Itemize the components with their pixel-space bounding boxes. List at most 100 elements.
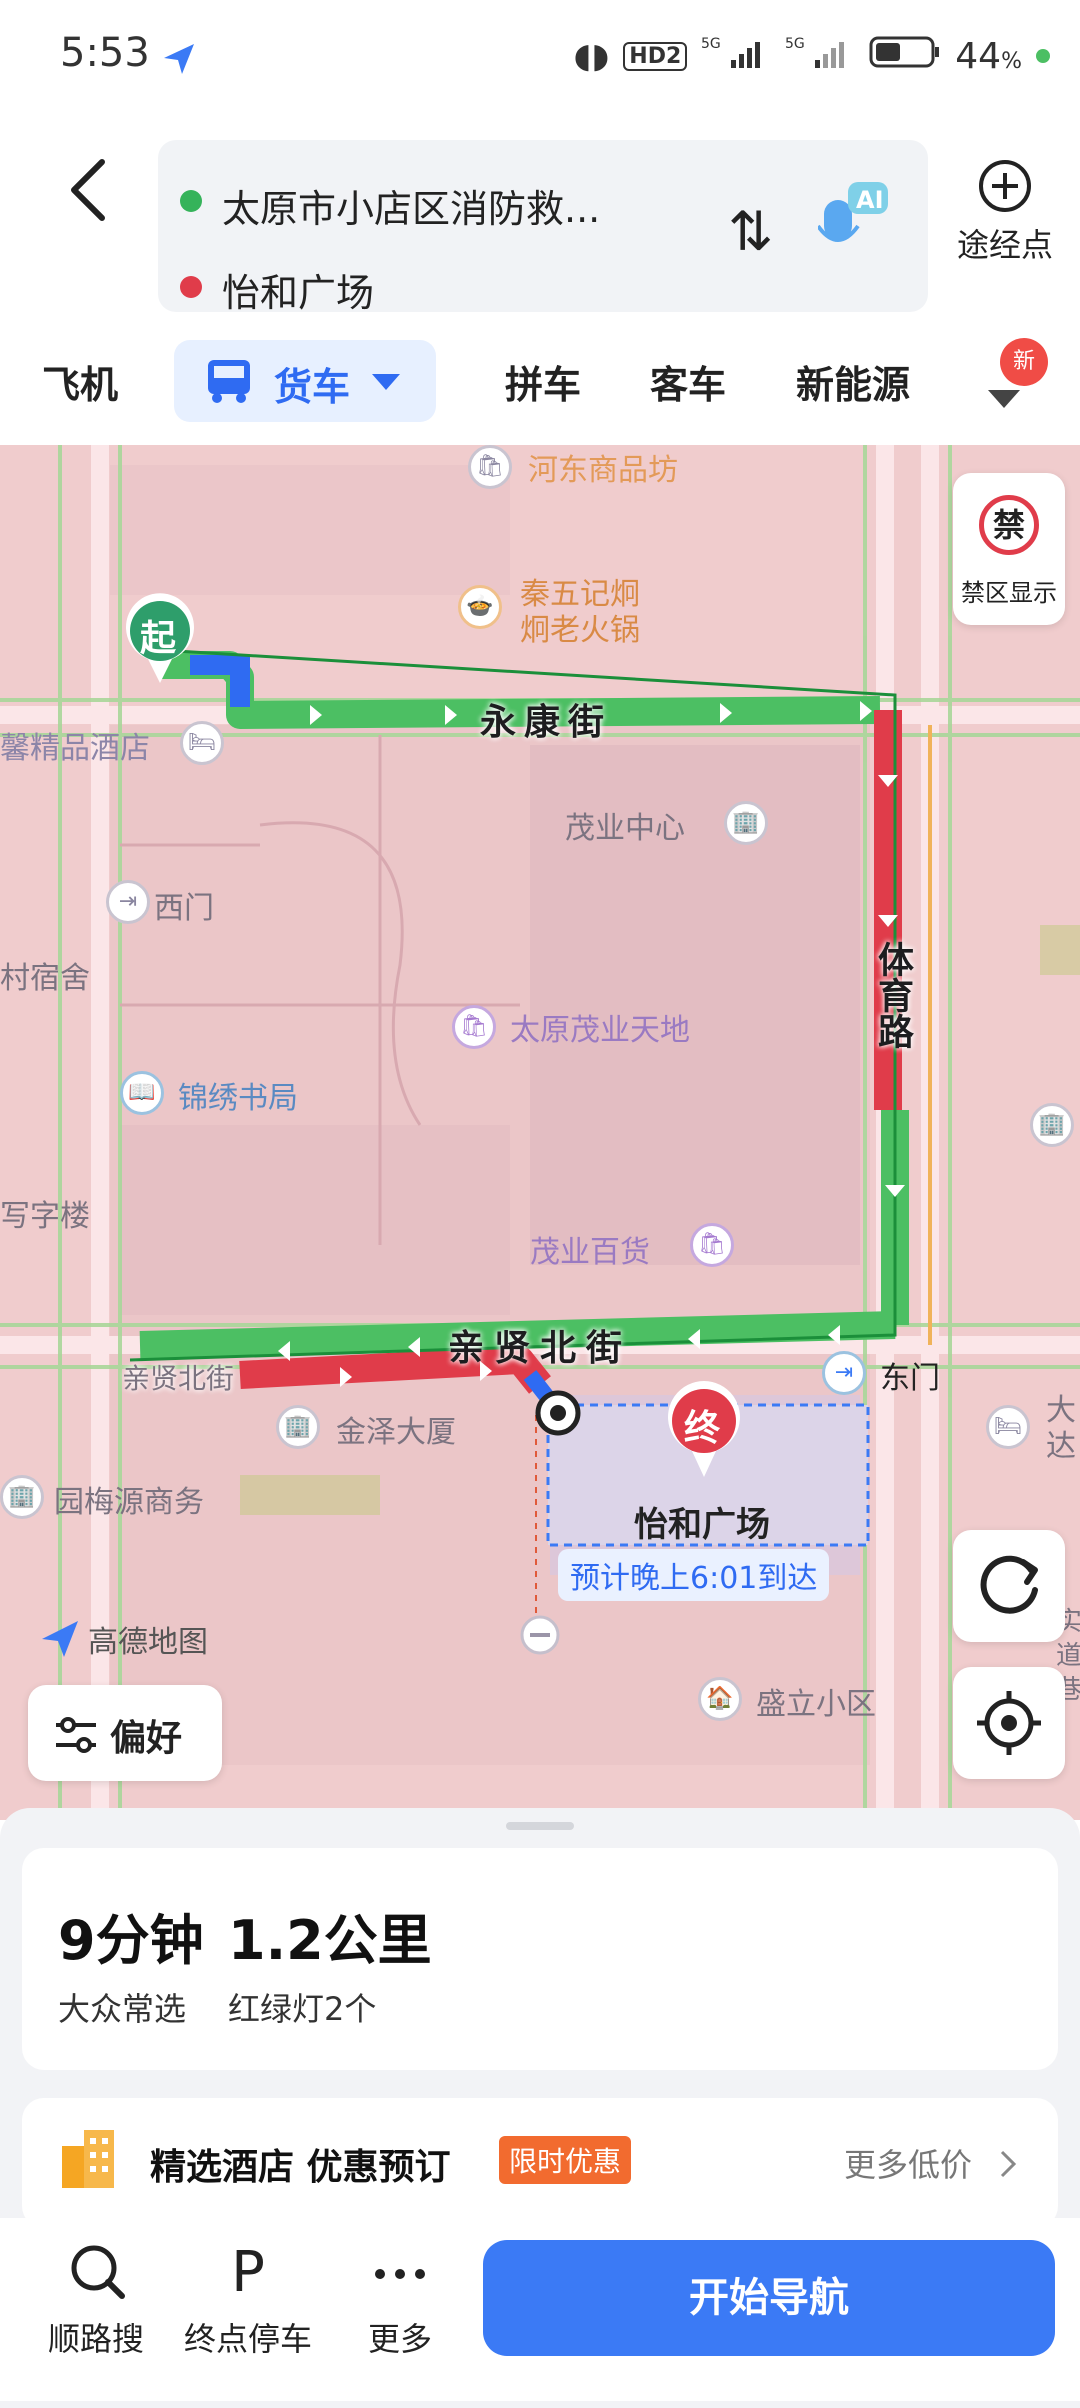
more-dots-icon: [330, 2238, 470, 2308]
charging-dot: [1036, 49, 1050, 63]
start-marker[interactable]: 起: [122, 593, 198, 685]
caret-down-icon: [372, 374, 400, 390]
shopping-icon: 🛍: [452, 1005, 496, 1049]
poi-jinze[interactable]: 金泽大厦: [336, 1407, 456, 1451]
chevron-right-icon: [1000, 2150, 1017, 2178]
destination-field[interactable]: 怡和广场: [222, 262, 374, 317]
bookstore-icon: 📖: [120, 1071, 164, 1115]
poi-maoye-tiandi[interactable]: 太原茂业天地: [510, 1005, 690, 1049]
refresh-icon: [980, 1555, 1038, 1614]
poi-dorm[interactable]: 村宿舍: [0, 953, 90, 997]
more-label: 更多: [367, 2320, 432, 2358]
svg-text:5G: 5G: [785, 36, 805, 52]
route-duration: 9分钟: [58, 1909, 204, 1972]
svg-text:5G: 5G: [701, 36, 721, 52]
route-lights: 红绿灯2个: [228, 1990, 377, 2028]
map-view[interactable]: 🛍 河东商品坊 🍲 秦五记炯 炯老火锅 馨精品酒店 🛏 茂业中心 🏢 ⇥ 西门 …: [0, 445, 1080, 1820]
route-option-card[interactable]: 9分钟 1.2公里 大众常选 红绿灯2个: [22, 1848, 1058, 2070]
poi-bookstore[interactable]: 锦绣书局: [178, 1073, 298, 1117]
truck-icon: [208, 360, 250, 403]
destination-dot: [180, 276, 202, 298]
poi-shengli[interactable]: 盛立小区: [756, 1679, 876, 1723]
bottom-action-bar: 顺路搜 P 终点停车 更多 开始导航: [0, 2218, 1080, 2401]
sheet-handle[interactable]: [506, 1822, 574, 1830]
tab-coach[interactable]: 客车: [650, 354, 726, 409]
poi-maoye-store[interactable]: 茂业百货: [530, 1227, 650, 1271]
status-time: 5:53: [60, 30, 150, 76]
hotel-icon: 🛏: [180, 721, 224, 765]
restricted-label: 禁区显示: [961, 579, 1057, 607]
poi-icon: 🛍: [468, 445, 512, 489]
crosshair-icon: [977, 1691, 1041, 1755]
parking-label: 终点停车: [183, 2320, 312, 2358]
building-icon: 🏢: [1030, 1103, 1074, 1147]
amap-logo-icon: [42, 1621, 78, 1657]
destination-name: 怡和广场: [634, 1505, 770, 1545]
battery-icon: [869, 34, 941, 78]
end-marker[interactable]: 终: [664, 1381, 744, 1481]
poi-hedong[interactable]: 河东商品坊: [528, 445, 678, 489]
preference-button[interactable]: 偏好: [28, 1685, 222, 1781]
more-button[interactable]: 更多: [330, 2238, 470, 2360]
hotel-promo-card[interactable]: 精选酒店 优惠预订 限时优惠 更多低价: [22, 2098, 1058, 2228]
poi-maoye-center[interactable]: 茂业中心: [565, 803, 685, 847]
add-waypoint-button[interactable]: 途经点: [955, 160, 1055, 266]
app-notification-icon: [162, 42, 196, 76]
voice-ai-button[interactable]: AI: [816, 176, 892, 256]
waypoint-label: 途经点: [956, 226, 1053, 264]
watermark-text: 高德地图: [88, 1625, 208, 1660]
map-watermark: 高德地图: [40, 1617, 208, 1661]
battery-percent: 44%: [955, 35, 1022, 77]
destination-parking-button[interactable]: P 终点停车: [178, 2238, 318, 2360]
origin-field[interactable]: 太原市小店区消防救...: [222, 178, 600, 233]
back-button[interactable]: [60, 150, 120, 230]
earbuds-icon: ◖◗: [573, 36, 610, 76]
route-input-box: 太原市小店区消防救... 怡和广场 ⇅ AI: [158, 140, 928, 315]
poi-east-gate[interactable]: 东门: [880, 1353, 940, 1397]
search-icon: [26, 2238, 166, 2308]
end-marker-label: 终: [684, 1408, 721, 1449]
tab-new-energy[interactable]: 新能源: [796, 354, 910, 409]
search-along-button[interactable]: 顺路搜: [26, 2238, 166, 2360]
start-marker-label: 起: [140, 618, 177, 659]
poi-office[interactable]: 写字楼: [0, 1191, 90, 1235]
tab-truck[interactable]: 货车: [174, 340, 436, 422]
eta-label: 预计晚上6:01到达: [558, 1549, 830, 1601]
plus-circle-icon: [979, 160, 1031, 212]
road-yongkang: 永康街: [480, 702, 613, 743]
search-along-label: 顺路搜: [47, 2320, 144, 2358]
poi-west-gate[interactable]: 西门: [154, 883, 214, 927]
hotel-icon: 🛏: [986, 1405, 1030, 1449]
limited-offer-badge: 限时优惠: [499, 2136, 632, 2184]
poi-right-2: 达: [1046, 1429, 1076, 1464]
hotel-building-icon: [62, 2130, 114, 2188]
ai-label: AI: [856, 186, 884, 214]
locate-button[interactable]: [953, 1667, 1065, 1779]
refresh-button[interactable]: [953, 1530, 1065, 1642]
chevron-left-icon: [71, 159, 105, 221]
restricted-zone-button[interactable]: 禁 禁区显示: [953, 473, 1065, 625]
shopping-icon: 🛍: [690, 1223, 734, 1267]
preference-label: 偏好: [110, 1718, 183, 1759]
poi-hotel[interactable]: 馨精品酒店: [0, 723, 150, 767]
road-tiyu: 体育路: [872, 941, 913, 1049]
swap-route-button[interactable]: ⇅: [728, 200, 773, 263]
tab-carpool[interactable]: 拼车: [505, 354, 581, 409]
building-icon: 🏢: [0, 1475, 44, 1519]
origin-dot: [180, 190, 202, 212]
poi-qinwuji-2[interactable]: 炯老火锅: [520, 605, 640, 649]
tab-truck-label: 货车: [274, 365, 351, 409]
status-bar: 5:53 ◖◗ HD2 5G 5G 44%: [0, 0, 1080, 120]
tab-plane[interactable]: 飞机: [42, 354, 118, 409]
sliders-icon: [56, 1717, 96, 1753]
parking-icon: P: [231, 2240, 265, 2305]
poi-meiyuan[interactable]: 园梅源商务: [54, 1477, 204, 1521]
route-tag: 大众常选: [58, 1990, 187, 2028]
road-qinxian-small: 亲贤北街: [122, 1362, 235, 1395]
transport-mode-tabs: 飞机 货车 拼车 客车 新能源 新: [0, 330, 1080, 440]
route-header: 太原市小店区消防救... 怡和广场 ⇅ AI 途经点: [0, 120, 1080, 320]
more-deals-link[interactable]: 更多低价: [844, 2140, 972, 2186]
gate-icon: ⇥: [106, 880, 150, 924]
start-navigation-button[interactable]: 开始导航: [483, 2240, 1055, 2356]
signal-icon-2: 5G: [785, 34, 855, 78]
